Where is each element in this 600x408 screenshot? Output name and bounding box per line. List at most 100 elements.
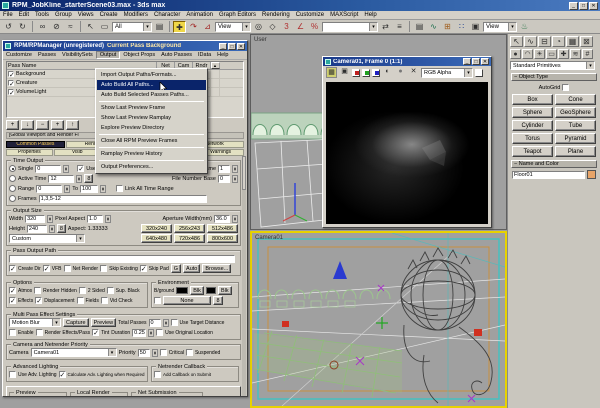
box-button[interactable]: Box (512, 94, 553, 105)
browse-button[interactable]: Browse... (202, 264, 231, 273)
object-type-rollout[interactable]: Object Type (511, 73, 597, 81)
maximize-icon[interactable]: □ (472, 58, 480, 65)
atmos-checkbox[interactable] (9, 287, 16, 294)
primitive-category-dropdown[interactable]: Standard Primitives (510, 61, 595, 70)
spinner[interactable] (105, 215, 111, 223)
monochrome-icon[interactable]: ● (395, 67, 406, 78)
green-channel-icon[interactable] (362, 69, 370, 77)
sphere-button[interactable]: Sphere (512, 107, 553, 118)
move-down-button[interactable]: ↓ (21, 120, 34, 130)
viewport-label[interactable]: Camera01 (255, 235, 283, 241)
cat-helpers-icon[interactable]: ✚ (558, 49, 569, 59)
rpm-menu-object-props[interactable]: Object Props (120, 52, 158, 58)
unlink-icon[interactable]: ⊘ (50, 21, 63, 33)
menu-item-output-preferences[interactable]: Output Preferences... (97, 162, 206, 172)
cone-button[interactable]: Cone (555, 94, 596, 105)
pyramid-button[interactable]: Pyramid (555, 133, 596, 144)
selection-filter-dropdown[interactable]: All (112, 22, 152, 32)
rfw-titlebar[interactable]: Camera01, Frame 0 (1:1) _ □ ✕ (323, 57, 491, 66)
tab-display-icon[interactable]: ▦ (566, 36, 579, 47)
remove-pass-button[interactable]: − (36, 120, 49, 130)
tab-create-icon[interactable]: ↖ (510, 36, 523, 47)
duplicate-pass-button[interactable]: + (51, 120, 64, 130)
active-time-radio[interactable] (9, 175, 16, 182)
object-color-swatch[interactable] (587, 170, 596, 179)
critical-checkbox[interactable] (160, 349, 167, 356)
align-icon[interactable]: ≡ (393, 21, 406, 33)
cat-spacewarps-icon[interactable]: ≋ (570, 49, 581, 59)
background-color-swatch[interactable] (176, 287, 188, 294)
use-center-icon[interactable]: ◎ (252, 21, 265, 33)
ref-coord-dropdown[interactable]: View (215, 22, 251, 32)
tint-checkbox[interactable] (92, 329, 99, 336)
env-map-button[interactable]: None (163, 296, 211, 305)
rotate-icon[interactable]: ↷ (187, 21, 200, 33)
use-adv-lighting-checkbox[interactable] (9, 371, 16, 378)
torus-button[interactable]: Torus (512, 133, 553, 144)
material-editor-icon[interactable]: ∷ (455, 21, 468, 33)
menu-item-ramplay-history[interactable]: Ramplay Preview History (97, 149, 206, 159)
rpm-menu-auto-passes[interactable]: Auto Passes (158, 52, 195, 58)
object-name-field[interactable]: Floor01 (512, 171, 585, 179)
pixel-aspect-field[interactable]: 1.0 (87, 215, 103, 223)
close-icon[interactable]: ✕ (237, 43, 245, 50)
fields-checkbox[interactable] (77, 297, 84, 304)
displacement-checkbox[interactable] (35, 297, 42, 304)
clear-icon[interactable]: ✕ (408, 67, 419, 78)
rpm-menu-output[interactable]: Output (96, 51, 121, 59)
menu-item-show-last-frame[interactable]: Show Last Preview Frame (97, 103, 206, 113)
tab-visib[interactable]: Visib (54, 149, 101, 156)
menu-views[interactable]: Views (75, 12, 97, 18)
preset-720x486-button[interactable]: 720x486 (174, 234, 205, 243)
skip-pad-checkbox[interactable] (140, 265, 147, 272)
menu-customize[interactable]: Customize (293, 12, 327, 18)
cat-geometry-icon[interactable]: ● (510, 49, 521, 59)
name-color-rollout[interactable]: Name and Color (511, 160, 597, 168)
alpha-channel-icon[interactable]: ◐ (382, 67, 393, 78)
rpm-menu-idata[interactable]: IData (195, 52, 214, 58)
rpm-menu-help[interactable]: Help (214, 52, 231, 58)
close-icon[interactable]: ✕ (589, 2, 598, 10)
pass-checkbox[interactable] (8, 71, 14, 77)
tab-properties[interactable]: Properties (6, 149, 53, 156)
skip-existing-checkbox[interactable] (100, 265, 107, 272)
schematic-view-icon[interactable]: ⊞ (441, 21, 454, 33)
list-scroll-up-icon[interactable]: ▲ (211, 62, 220, 69)
preview-button[interactable]: Preview (91, 318, 117, 327)
tube-button[interactable]: Tube (555, 120, 596, 131)
red-channel-icon[interactable] (352, 69, 360, 77)
duration-field[interactable]: 0.25 (132, 329, 146, 337)
tab-utilities-icon[interactable]: ⊠ (580, 36, 593, 47)
output-path-field[interactable] (9, 255, 235, 263)
render-hidden-checkbox[interactable] (34, 287, 41, 294)
menu-modifiers[interactable]: Modifiers (121, 12, 151, 18)
spinner[interactable] (148, 329, 154, 337)
quick-render-icon[interactable]: ♨ (518, 21, 531, 33)
layer-manager-icon[interactable]: ▤ (413, 21, 426, 33)
use-original-location-checkbox[interactable] (156, 329, 163, 336)
teapot-button[interactable]: Teapot (512, 146, 553, 157)
preset-256x243-button[interactable]: 256x243 (174, 224, 205, 233)
menu-item-import-paths[interactable]: Import Output Paths/Formats... (97, 70, 206, 80)
autogrid-checkbox[interactable] (562, 84, 569, 91)
select-link-icon[interactable]: ∞ (36, 21, 49, 33)
angle-snap-icon[interactable]: ∠ (294, 21, 307, 33)
suspended-checkbox[interactable] (186, 349, 193, 356)
menu-create[interactable]: Create (97, 12, 121, 18)
clone-window-icon[interactable]: ▣ (339, 67, 350, 78)
menu-graph-editors[interactable]: Graph Editors (216, 12, 259, 18)
bground-blk-button[interactable]: Blk (190, 286, 204, 295)
menu-item-auto-build-all[interactable]: Auto Build All Paths... (97, 80, 206, 90)
capture-button[interactable]: Capture (63, 318, 89, 327)
curve-editor-icon[interactable]: ∿ (427, 21, 440, 33)
vid-check-checkbox[interactable] (101, 297, 108, 304)
color-swatch[interactable] (475, 69, 483, 77)
cat-lights-icon[interactable]: ☀ (534, 49, 545, 59)
maximize-icon[interactable]: □ (228, 43, 236, 50)
camera-dropdown[interactable]: Camera01 (31, 348, 117, 357)
preset-512x486-button[interactable]: 512x486 (207, 224, 238, 233)
menu-rendering[interactable]: Rendering (259, 12, 293, 18)
spinner[interactable] (163, 319, 169, 327)
geosphere-button[interactable]: GeoSphere (555, 107, 596, 118)
rect-region-icon[interactable]: ▭ (98, 21, 111, 33)
